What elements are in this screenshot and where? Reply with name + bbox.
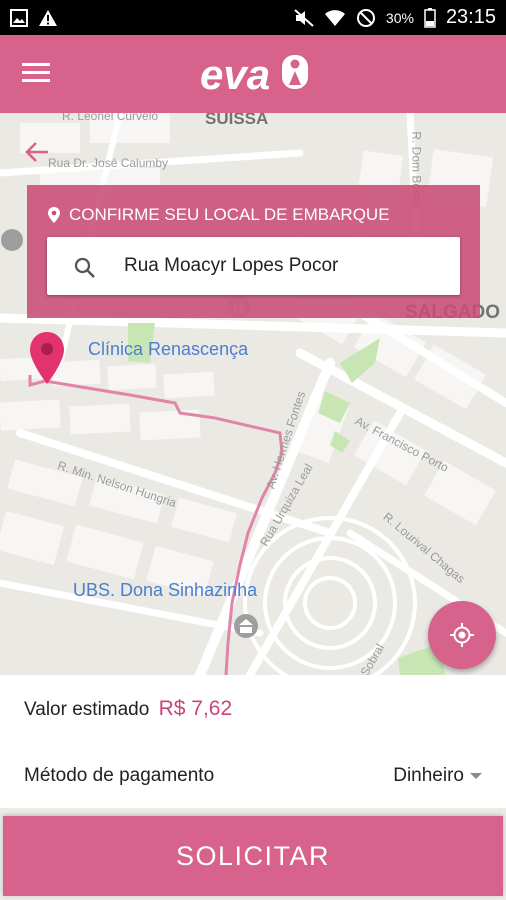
area-label-suissa: SUISSA [205, 113, 269, 128]
fare-value: R$ 7,62 [158, 697, 233, 720]
do-not-disturb-icon [356, 8, 375, 27]
fare-label: Valor estimado [24, 699, 150, 720]
request-ride-button[interactable]: SOLICITAR [3, 816, 503, 896]
search-icon [74, 257, 95, 278]
confirm-title-text: CONFIRME SEU LOCAL DE EMBARQUE [69, 205, 390, 224]
clock: 23:15 [445, 6, 496, 28]
wifi-icon [324, 9, 345, 26]
payment-method-select[interactable]: Dinheiro [393, 765, 482, 787]
image-icon [10, 8, 28, 27]
dropdown-arrow-icon [470, 773, 482, 779]
address-search-input[interactable] [124, 247, 444, 285]
payment-label: Método de pagamento [24, 765, 215, 786]
crosshair-icon [450, 623, 474, 647]
street-label-leonel: R. Leonel Curvelo [62, 113, 159, 123]
eva-logo: eva [200, 51, 308, 97]
address-search-box[interactable] [47, 237, 460, 295]
my-location-button[interactable] [428, 601, 496, 669]
pickup-confirm-panel: CONFIRME SEU LOCAL DE EMBARQUE [27, 185, 480, 318]
payment-value: Dinheiro [393, 765, 464, 786]
battery-icon [424, 7, 436, 28]
payment-method-row: Método de pagamento Dinheiro [24, 765, 482, 787]
status-bar: 30% 23:15 [0, 0, 506, 35]
confirm-title: CONFIRME SEU LOCAL DE EMBARQUE [47, 205, 390, 225]
poi-label-ubs[interactable]: UBS. Dona Sinhazinha [73, 580, 257, 601]
menu-icon[interactable] [22, 63, 50, 83]
app-bar: eva [0, 35, 506, 113]
warning-icon [39, 9, 57, 26]
battery-percent: 30% [385, 9, 414, 26]
svg-text:eva: eva [200, 51, 270, 97]
mute-icon [294, 8, 314, 27]
back-arrow-icon[interactable] [24, 140, 50, 164]
poi-label-clinica[interactable]: Clínica Renascença [88, 339, 248, 360]
location-pin-icon [30, 332, 64, 384]
place-icon [48, 207, 60, 223]
estimated-fare-row: Valor estimado R$ 7,62 [24, 697, 232, 721]
street-label-calumby: Rua Dr. José Calumby [48, 156, 169, 170]
